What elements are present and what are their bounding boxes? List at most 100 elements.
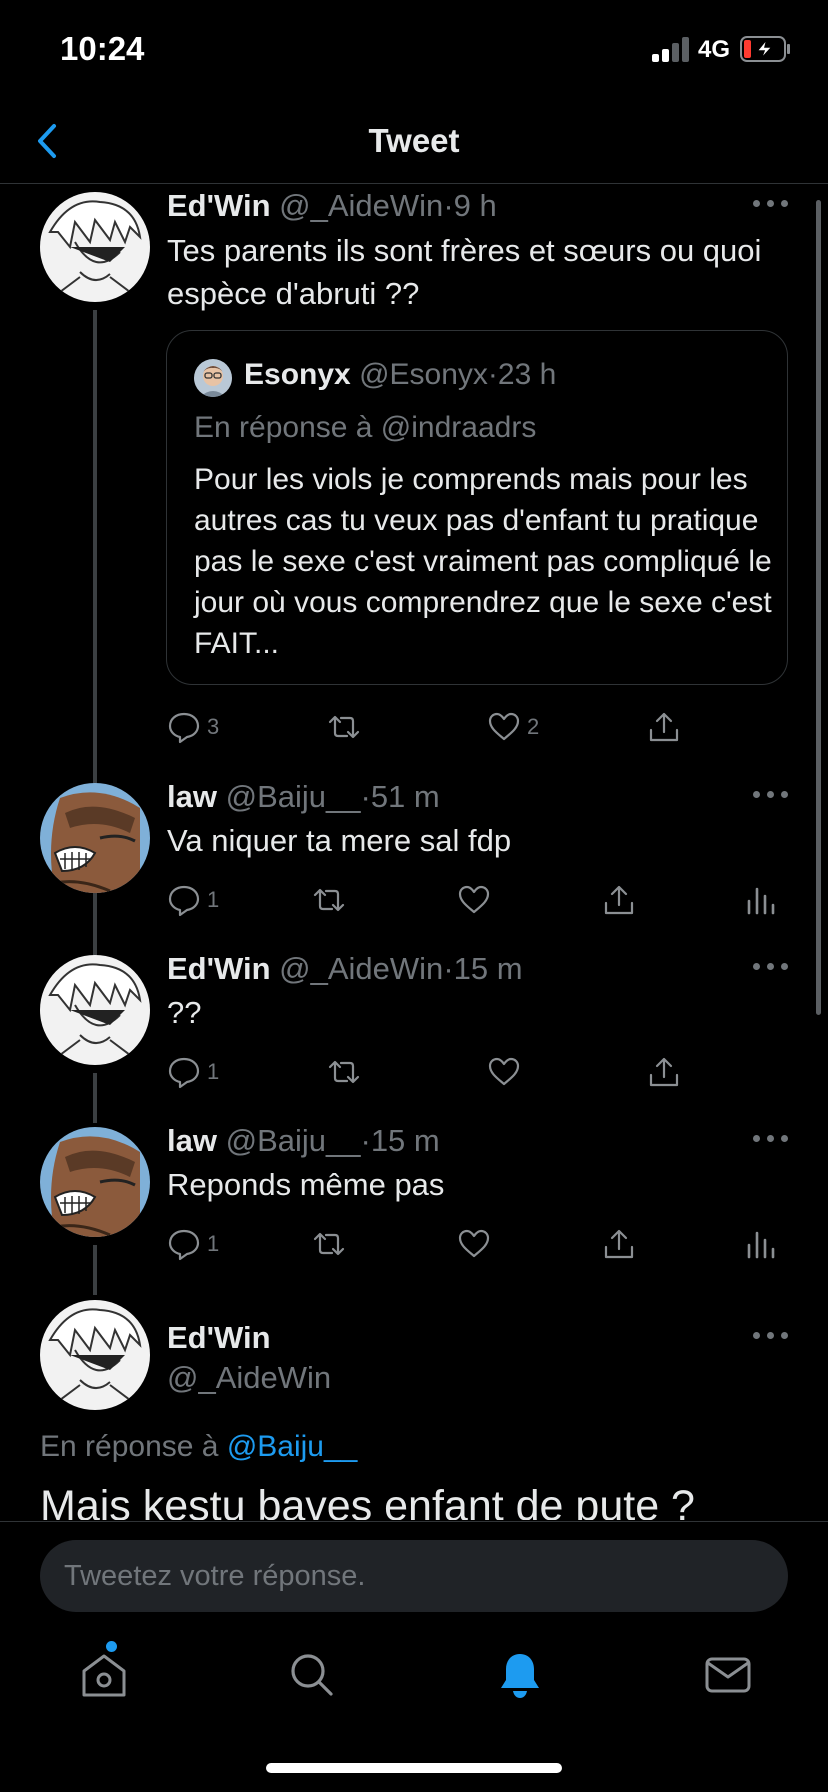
tweet-thread[interactable]: Ed'Win @_AideWin·9 h Tes parents ils son… bbox=[0, 185, 828, 1520]
author-name[interactable]: Ed'Win bbox=[167, 951, 271, 986]
share-icon bbox=[604, 1229, 634, 1259]
author-handle[interactable]: @_AideWin bbox=[279, 951, 443, 986]
thread-line bbox=[93, 1245, 97, 1295]
retweet-icon bbox=[328, 715, 360, 739]
like-button[interactable] bbox=[487, 1052, 521, 1092]
reply-mention-link[interactable]: @Baiju__ bbox=[227, 1430, 358, 1463]
share-button[interactable] bbox=[647, 707, 681, 747]
tweet-text: Tes parents ils sont frères et sœurs ou … bbox=[167, 233, 762, 311]
author-handle[interactable]: @_AideWin bbox=[279, 188, 443, 223]
more-options-icon[interactable] bbox=[753, 197, 789, 209]
retweet-button[interactable] bbox=[327, 1052, 361, 1092]
like-button[interactable]: 2 bbox=[487, 707, 539, 747]
notification-dot bbox=[106, 1641, 117, 1652]
reply-icon bbox=[168, 1229, 200, 1261]
scrollbar[interactable] bbox=[816, 200, 821, 1015]
share-button[interactable] bbox=[602, 880, 636, 920]
home-indicator[interactable] bbox=[266, 1763, 562, 1773]
tweet-text: Va niquer ta mere sal fdp bbox=[167, 823, 512, 858]
tweet-text: Reponds même pas bbox=[167, 1167, 445, 1202]
reply-icon bbox=[168, 1057, 200, 1089]
reply-button[interactable]: 3 bbox=[167, 707, 219, 747]
search-icon bbox=[291, 1654, 333, 1696]
quote-author-name[interactable]: Esonyx bbox=[244, 358, 351, 391]
share-icon bbox=[649, 1057, 679, 1087]
avatar[interactable] bbox=[40, 1127, 150, 1237]
focused-tweet-text: Mais kestu baves enfant de pute ? bbox=[40, 1482, 695, 1520]
avatar[interactable] bbox=[194, 359, 232, 397]
analytics-button[interactable] bbox=[742, 880, 776, 920]
author-name[interactable]: Ed'Win bbox=[167, 1320, 271, 1356]
thread-line bbox=[93, 1073, 97, 1123]
author-handle[interactable]: @Baiju__ bbox=[226, 1123, 361, 1158]
quote-author-handle[interactable]: @Esonyx bbox=[359, 358, 488, 391]
avatar[interactable] bbox=[40, 192, 150, 302]
author-name[interactable]: law bbox=[167, 779, 217, 814]
reply-count: 1 bbox=[207, 1059, 220, 1084]
retweet-button[interactable] bbox=[312, 880, 346, 920]
page-title: Tweet bbox=[368, 122, 460, 159]
analytics-button[interactable] bbox=[742, 1224, 776, 1264]
tweet-time: 15 m bbox=[453, 951, 523, 986]
retweet-icon bbox=[328, 1060, 360, 1084]
network-label: 4G bbox=[698, 36, 731, 63]
tweet-actions: 1 bbox=[167, 880, 797, 920]
separator-dot: · bbox=[360, 779, 371, 814]
tab-notifications[interactable] bbox=[492, 1647, 548, 1703]
share-button[interactable] bbox=[647, 1052, 681, 1092]
tweet-actions: 3 2 bbox=[167, 707, 797, 747]
messages-icon bbox=[705, 1657, 751, 1693]
quote-time: 23 h bbox=[497, 358, 557, 391]
status-time: 10:24 bbox=[60, 30, 145, 67]
author-name[interactable]: Ed'Win bbox=[167, 188, 271, 223]
author-handle[interactable]: @Baiju__ bbox=[226, 779, 361, 814]
tweet-header: law @Baiju__·15 m bbox=[167, 1123, 440, 1159]
retweet-icon bbox=[313, 888, 345, 912]
more-options-icon[interactable] bbox=[753, 960, 789, 972]
tweet-header: law @Baiju__·51 m bbox=[167, 779, 440, 815]
like-button[interactable] bbox=[457, 880, 491, 920]
quote-reply-context: En réponse à @indraadrs bbox=[194, 411, 537, 444]
retweet-button[interactable] bbox=[312, 1224, 346, 1264]
reply-button[interactable]: 1 bbox=[167, 1052, 219, 1092]
quote-text: Pour les viols je comprends mais pour le… bbox=[194, 463, 772, 660]
share-icon bbox=[649, 712, 679, 742]
like-button[interactable] bbox=[457, 1224, 491, 1264]
share-button[interactable] bbox=[602, 1224, 636, 1264]
tweet-header: Ed'Win @_AideWin·15 m bbox=[167, 951, 523, 987]
retweet-button[interactable] bbox=[327, 707, 361, 747]
battery-icon bbox=[740, 36, 790, 62]
retweet-icon bbox=[313, 1232, 345, 1256]
share-icon bbox=[604, 885, 634, 915]
tab-home[interactable] bbox=[76, 1641, 132, 1703]
tweet-time: 9 h bbox=[453, 188, 497, 223]
reply-icon bbox=[168, 885, 200, 917]
reply-prefix: En réponse à bbox=[40, 1430, 219, 1463]
author-name[interactable]: law bbox=[167, 1123, 217, 1158]
avatar[interactable] bbox=[40, 783, 150, 893]
tweet-header: Ed'Win @_AideWin·9 h bbox=[167, 188, 497, 224]
avatar[interactable] bbox=[40, 955, 150, 1065]
avatar-edwin-icon bbox=[40, 955, 150, 1065]
more-options-icon[interactable] bbox=[753, 788, 789, 800]
thread-line bbox=[93, 903, 97, 951]
home-icon bbox=[82, 1654, 126, 1697]
tab-search[interactable] bbox=[284, 1647, 340, 1703]
reply-icon bbox=[168, 712, 200, 744]
reply-input[interactable] bbox=[40, 1540, 788, 1612]
tweet-actions: 1 bbox=[167, 1052, 797, 1092]
tab-messages[interactable] bbox=[700, 1647, 756, 1703]
tab-bar bbox=[0, 1625, 828, 1725]
more-options-icon[interactable] bbox=[753, 1329, 789, 1341]
reply-button[interactable]: 1 bbox=[167, 1224, 219, 1264]
quoted-tweet[interactable]: Esonyx @Esonyx·23 h En réponse à @indraa… bbox=[166, 330, 788, 685]
avatar[interactable] bbox=[40, 1300, 150, 1410]
nav-header: Tweet bbox=[0, 100, 828, 184]
author-handle[interactable]: @_AideWin bbox=[167, 1360, 331, 1396]
separator-dot: · bbox=[443, 951, 454, 986]
more-options-icon[interactable] bbox=[753, 1132, 789, 1144]
separator-dot: · bbox=[360, 1123, 371, 1158]
quote-header: Esonyx @Esonyx·23 h bbox=[244, 358, 556, 392]
avatar-edwin-icon bbox=[40, 1300, 150, 1410]
reply-button[interactable]: 1 bbox=[167, 880, 219, 920]
